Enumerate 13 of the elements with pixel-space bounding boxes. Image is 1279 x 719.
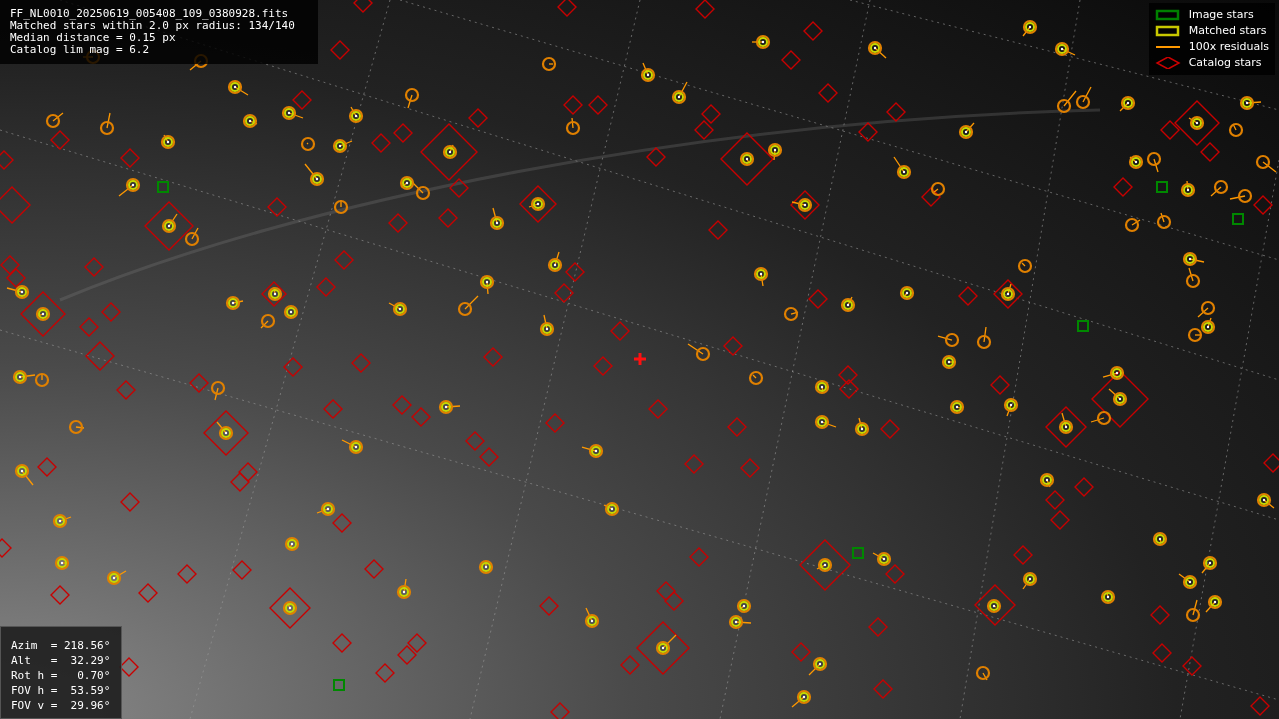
pointing-text: FOV h = 53.59° [11,683,111,698]
legend-label: Catalog stars [1188,55,1262,71]
legend-label: Matched stars [1188,23,1267,39]
info-text: FF_NL0010_20250619_005408_109_0380928.fits [10,8,289,20]
pointing-text: FOV v = 29.96° [11,698,111,713]
pointing-text: Azim = 218.56° [11,638,111,653]
pointing-text: Rot h = 0.70° [11,668,111,683]
info-text: Median distance = 0.15 px [10,32,176,44]
pointing-text: Alt = 32.29° [11,653,111,668]
legend-label: Image stars [1188,7,1254,23]
legend-label: 100x residuals [1188,39,1269,55]
info-text: Catalog lim mag = 6.2 [10,44,150,56]
info-text: Matched stars within 2.0 px radius: 134/140 [10,20,295,32]
